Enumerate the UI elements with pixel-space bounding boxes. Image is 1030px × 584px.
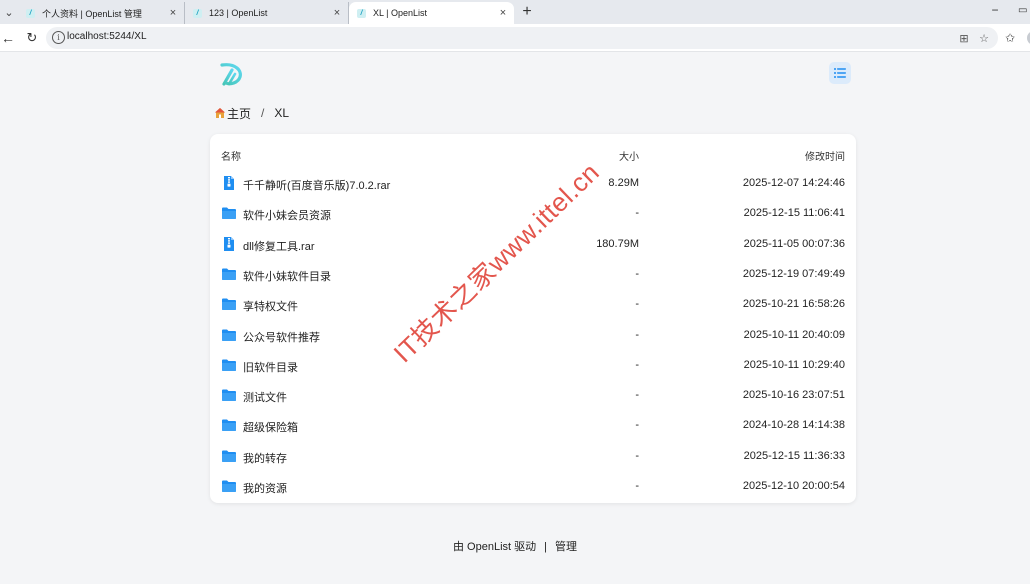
folder-row[interactable]: 软件小妹软件目录 - 2025-12-19 07:49:49 [210,259,856,289]
back-arrow-icon[interactable]: ← [0,29,16,47]
folder-icon [221,205,237,221]
tab-title: XL | OpenList [373,8,428,18]
address-url[interactable]: localhost:5244/XL [67,31,147,42]
folder-icon [221,417,237,433]
file-size: 180.79M [596,237,639,250]
site-info-icon[interactable]: i [52,31,65,44]
file-name[interactable]: 千千静听(百度音乐版)7.0.2.rar [243,177,390,193]
folder-row[interactable]: 测试文件 - 2025-10-16 23:07:51 [210,380,856,410]
file-size: - [635,207,639,220]
file-name[interactable]: 软件小妹会员资源 [243,207,331,223]
favorites-icon[interactable]: ✩ [1002,30,1018,46]
list-menu-icon [834,68,846,78]
file-size: - [635,298,639,311]
file-size: - [635,480,639,492]
file-name[interactable]: 旧软件目录 [243,359,298,375]
new-tab-button[interactable]: + [517,2,537,22]
translate-icon[interactable]: ⊞ [956,30,972,46]
tab-title: 123 | OpenList [209,8,268,18]
file-modified: 2025-11-05 00:07:36 [743,237,845,250]
home-icon[interactable] [213,107,226,120]
file-row[interactable]: 千千静听(百度音乐版)7.0.2.rar 8.29M 2025-12-07 14:2… [210,168,856,198]
file-list: 名称 大小 修改时间 千千静听(百度音乐版)7.0.2.rar 8.29M 2025… [210,134,856,503]
file-modified: 2025-12-07 14:24:46 [742,177,845,189]
minimize-icon[interactable]: − [987,2,1003,18]
openlist-favicon-icon: / [193,8,202,18]
file-modified: 2025-10-16 23:07:51 [742,389,845,402]
folder-row[interactable]: 软件小妹会员资源 - 2025-12-15 11:06:41 [210,198,856,228]
file-name[interactable]: 我的转存 [243,450,287,466]
file-name[interactable]: 软件小妹软件目录 [243,268,331,284]
footer: 由 OpenList 驱动 | 管理 [0,538,1030,554]
breadcrumb-separator: / [261,106,265,120]
browser-tab[interactable]: / 123 | OpenList × [185,2,349,24]
file-list-header: 名称 大小 修改时间 [210,134,856,172]
archive-file-icon [221,175,237,191]
folder-row[interactable]: 我的资源 - 2025-12-10 20:00:54 [210,471,856,501]
file-size: - [635,267,639,280]
file-modified: 2025-12-15 11:06:41 [743,207,845,220]
file-size: 8.29M [608,177,639,189]
file-size: - [635,358,639,371]
openlist-logo-icon[interactable] [218,61,244,87]
folder-icon [221,387,237,403]
file-modified: 2025-12-15 11:36:33 [743,449,845,462]
file-size: - [635,449,639,462]
reload-icon[interactable]: ↻ [23,29,41,47]
browser-tab[interactable]: / 个人资料 | OpenList 管理 × [18,2,185,24]
file-size: - [635,328,639,341]
folder-icon [221,266,237,282]
powered-by-link[interactable]: 由 OpenList 驱动 [453,541,536,553]
breadcrumb: 主页 / XL [213,105,289,121]
folder-row[interactable]: 享特权文件 - 2025-10-21 16:58:26 [210,289,856,319]
folder-icon [221,448,237,464]
tab-search-icon[interactable]: ⌄ [1,3,17,21]
close-tab-icon[interactable]: × [330,6,344,20]
file-modified: 2025-12-10 20:00:54 [742,480,845,492]
breadcrumb-current[interactable]: XL [274,106,289,120]
file-modified: 2025-10-11 10:29:40 [743,358,845,371]
file-name[interactable]: 公众号软件推荐 [243,329,320,345]
file-modified: 2024-10-28 14:14:38 [742,419,845,432]
bookmark-star-icon[interactable]: ☆ [976,30,992,46]
folder-row[interactable]: 公众号软件推荐 - 2025-10-11 20:40:09 [210,320,856,350]
file-name[interactable]: dll修复工具.rar [243,238,315,254]
footer-separator: | [544,541,547,553]
archive-file-icon [221,236,237,252]
browser-tab-active[interactable]: / XL | OpenList × [349,2,514,24]
folder-icon [221,357,237,373]
page-content: 主页 / XL 名称 大小 修改时间 千千静听(百度音乐版)7.0.2.rar 8… [0,53,1030,584]
manage-link[interactable]: 管理 [555,541,577,553]
restore-window-icon[interactable]: ▭ [1018,2,1030,18]
file-modified: 2025-10-11 20:40:09 [743,328,845,341]
folder-row[interactable]: 我的转存 - 2025-12-15 11:36:33 [210,441,856,471]
openlist-favicon-icon: / [26,8,35,18]
breadcrumb-home[interactable]: 主页 [227,105,251,122]
file-name[interactable]: 享特权文件 [243,298,298,314]
file-name[interactable]: 测试文件 [243,389,287,405]
file-name[interactable]: 超级保险箱 [243,419,298,435]
column-header-size[interactable]: 大小 [619,148,639,163]
file-modified: 2025-10-21 16:58:26 [742,298,845,311]
file-size: - [635,419,639,432]
close-tab-icon[interactable]: × [496,6,510,20]
file-name[interactable]: 我的资源 [243,480,287,496]
folder-icon [221,327,237,343]
address-bar[interactable]: i localhost:5244/XL ⊞ ☆ [46,27,998,49]
list-menu-button[interactable] [829,62,851,84]
column-header-name[interactable]: 名称 [221,148,241,163]
file-size: - [635,389,639,402]
folder-row[interactable]: 超级保险箱 - 2024-10-28 14:14:38 [210,410,856,440]
folder-icon [221,478,237,494]
browser-toolbar: ← ↻ i localhost:5244/XL ⊞ ☆ ✩ [0,24,1030,52]
column-header-modified[interactable]: 修改时间 [805,148,845,163]
file-row[interactable]: dll修复工具.rar 180.79M 2025-11-05 00:07:36 [210,229,856,259]
browser-tab-strip: ⌄ / 个人资料 | OpenList 管理 × / 123 | OpenLis… [0,0,1030,24]
folder-icon [221,296,237,312]
file-modified: 2025-12-19 07:49:49 [742,267,845,280]
close-tab-icon[interactable]: × [166,6,180,20]
folder-row[interactable]: 旧软件目录 - 2025-10-11 10:29:40 [210,350,856,380]
tab-title: 个人资料 | OpenList 管理 [42,8,142,19]
openlist-favicon-icon: / [357,8,366,18]
